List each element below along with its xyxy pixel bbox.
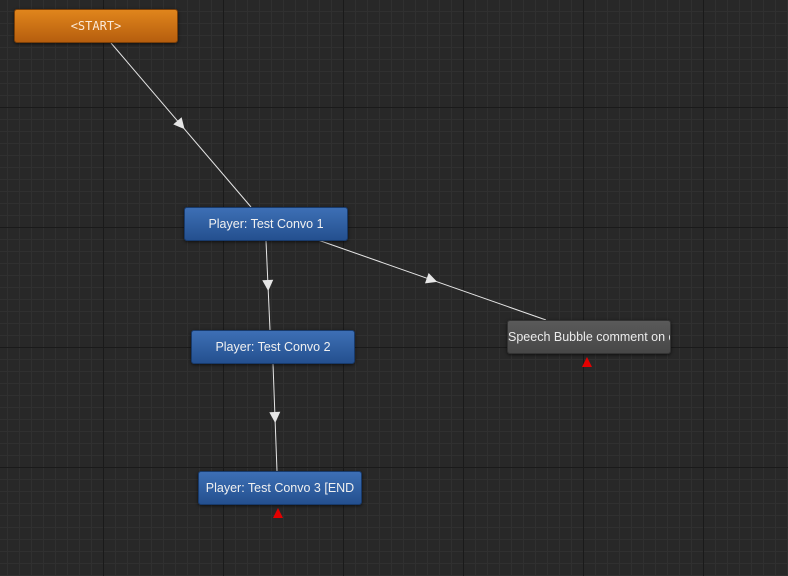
- dialogue-node-test-convo-3[interactable]: Player: Test Convo 3 [END: [198, 471, 362, 505]
- dialogue-node-label: Player: Test Convo 1: [208, 217, 324, 231]
- link-layer: [110, 42, 547, 472]
- arrow-icon: [262, 279, 274, 291]
- speech-bubble-node[interactable]: Speech Bubble comment on o: [507, 320, 671, 354]
- dialogue-node-label: Player: Test Convo 2: [215, 340, 331, 354]
- dialogue-node-test-convo-1[interactable]: Player: Test Convo 1: [184, 207, 348, 241]
- start-node-label: <START>: [70, 19, 122, 33]
- dialogue-node-test-convo-2[interactable]: Player: Test Convo 2: [191, 330, 355, 364]
- conversation-graph-canvas[interactable]: <START> Player: Test Convo 1 Player: Tes…: [0, 0, 788, 576]
- start-node[interactable]: <START>: [14, 9, 178, 43]
- arrow-icon: [173, 117, 185, 130]
- end-marker-icon: [273, 508, 283, 518]
- arrow-icon: [269, 411, 281, 423]
- arrow-icon: [424, 272, 438, 284]
- end-marker-icon: [582, 357, 592, 367]
- dialogue-node-label: Player: Test Convo 3 [END: [205, 481, 355, 495]
- speech-bubble-node-label: Speech Bubble comment on o: [508, 330, 671, 344]
